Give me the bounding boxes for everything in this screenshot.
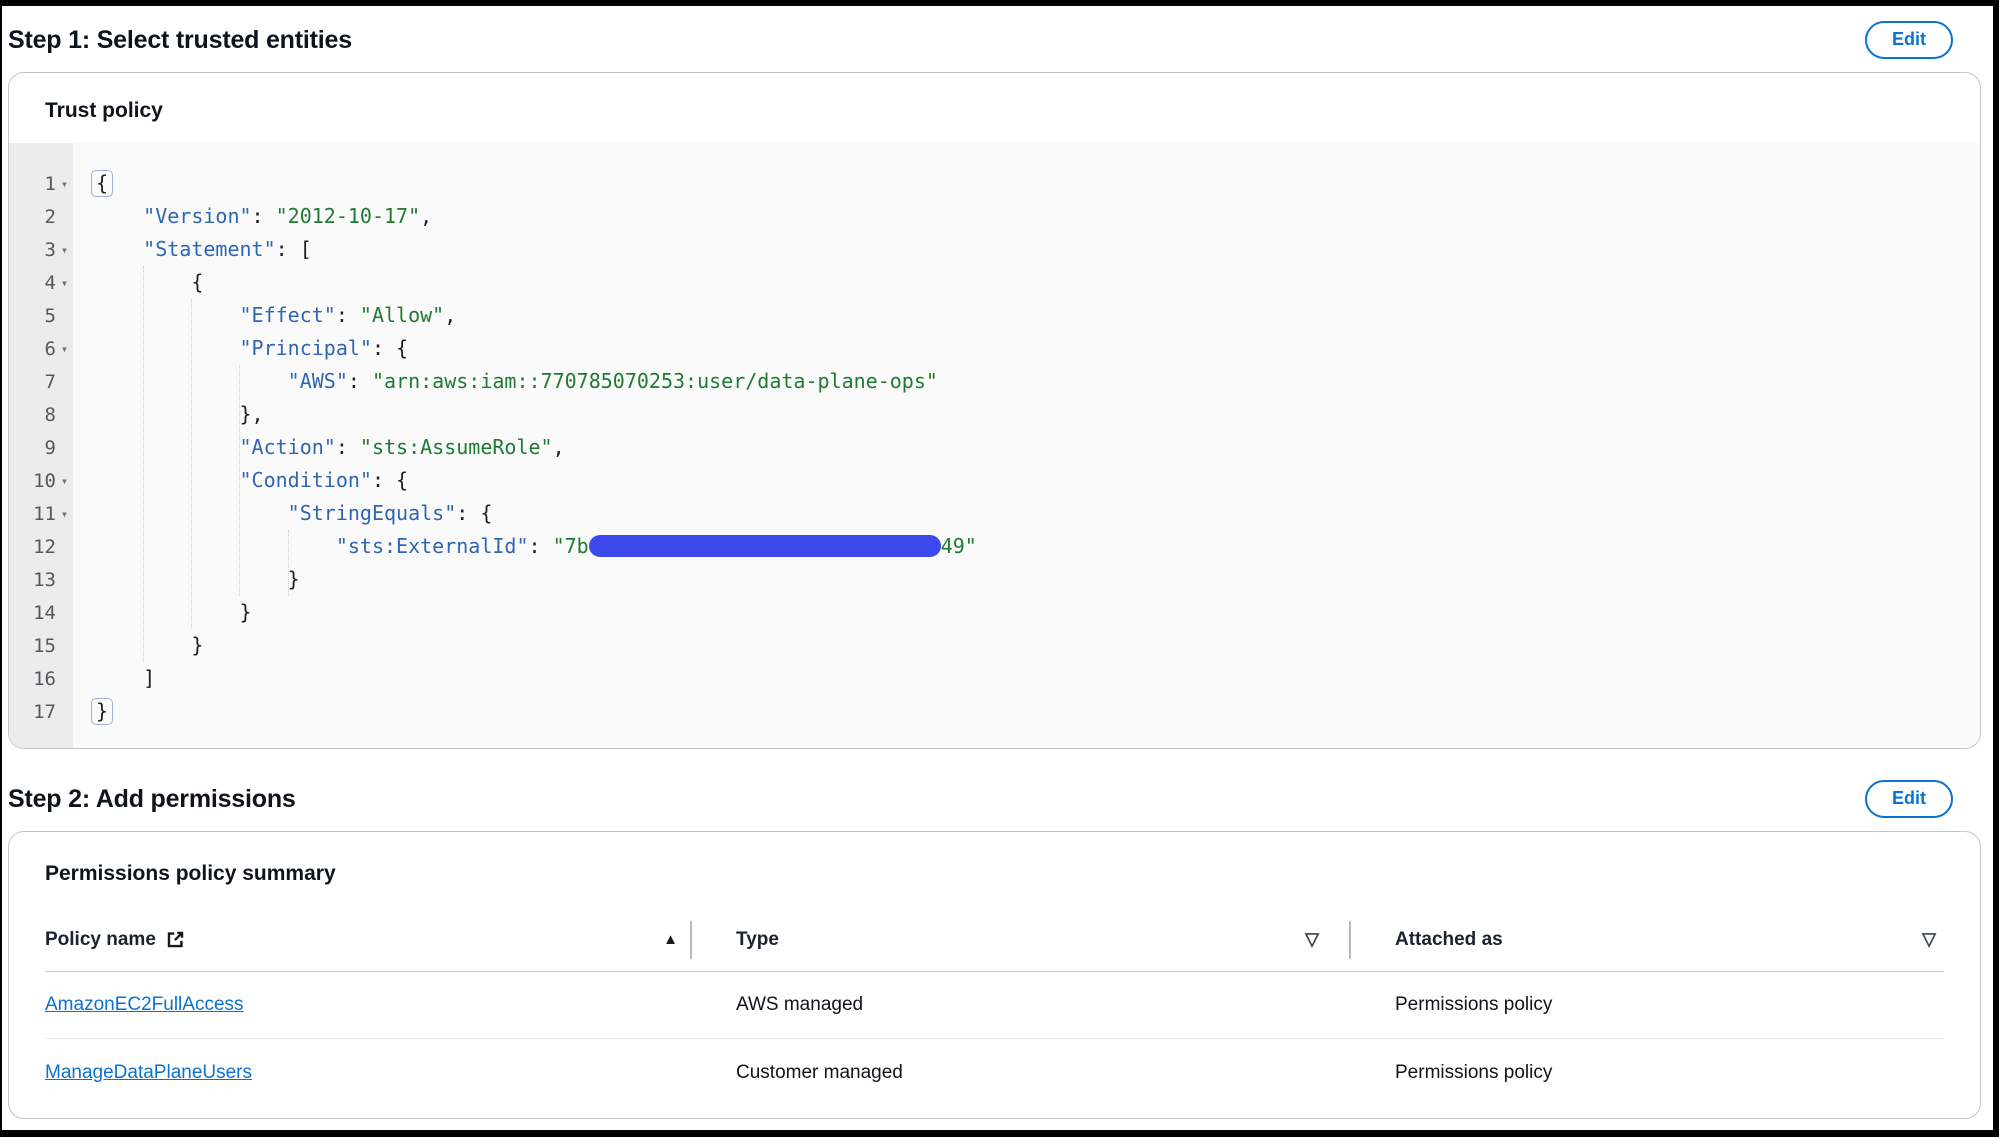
- line-number: 2: [9, 206, 56, 228]
- code-line[interactable]: "Condition": {: [95, 464, 1970, 497]
- code-line[interactable]: }: [95, 629, 1970, 662]
- line-number: 12: [9, 536, 56, 558]
- line-number: 17: [9, 701, 56, 723]
- column-header-attached-as[interactable]: Attached as ▽: [1351, 929, 1944, 951]
- code-line[interactable]: {: [95, 167, 1970, 200]
- redaction-bar: [589, 535, 941, 557]
- fold-arrow-icon[interactable]: ▾: [56, 276, 73, 290]
- sort-down-icon[interactable]: ▽: [1305, 929, 1319, 950]
- column-header-policy-name[interactable]: Policy name ▲: [45, 929, 690, 951]
- column-label: Policy name: [45, 929, 156, 951]
- trust-policy-title: Trust policy: [9, 73, 1980, 143]
- indent-guide: [191, 299, 192, 629]
- code-line[interactable]: "Version": "2012-10-17",: [95, 200, 1970, 233]
- code-line[interactable]: }: [95, 596, 1970, 629]
- step2-edit-button[interactable]: Edit: [1865, 780, 1953, 818]
- sort-ascending-icon[interactable]: ▲: [663, 931, 678, 948]
- line-number: 6: [9, 338, 56, 360]
- fold-arrow-icon[interactable]: ▾: [56, 243, 73, 257]
- line-number: 11: [9, 503, 56, 525]
- code-line[interactable]: "Principal": {: [95, 332, 1970, 365]
- policy-table-body: AmazonEC2FullAccessAWS managedPermission…: [45, 972, 1944, 1106]
- code-line[interactable]: "Effect": "Allow",: [95, 299, 1970, 332]
- step2-title: Step 2: Add permissions: [8, 785, 296, 814]
- line-number: 8: [9, 404, 56, 426]
- code-line[interactable]: "sts:ExternalId": "7b49": [95, 530, 1970, 563]
- code-line[interactable]: "AWS": "arn:aws:iam::770785070253:user/d…: [95, 365, 1970, 398]
- trust-policy-card: Trust policy 1▾23▾4▾56▾78910▾11▾12131415…: [8, 72, 1981, 749]
- editor-gutter: 1▾23▾4▾56▾78910▾11▾121314151617: [9, 143, 73, 748]
- indent-guide: [288, 530, 289, 596]
- code-line[interactable]: "StringEquals": {: [95, 497, 1970, 530]
- line-number: 14: [9, 602, 56, 624]
- fold-arrow-icon[interactable]: ▾: [56, 507, 73, 521]
- trust-policy-editor[interactable]: 1▾23▾4▾56▾78910▾11▾121314151617 { "Versi…: [9, 143, 1980, 748]
- policy-name-link[interactable]: ManageDataPlaneUsers: [45, 1062, 252, 1084]
- column-label: Attached as: [1395, 929, 1503, 951]
- step2-header: Step 2: Add permissions Edit: [8, 777, 1981, 821]
- code-line[interactable]: }: [95, 563, 1970, 596]
- policy-table-header: Policy name ▲ Type ▽: [45, 908, 1944, 972]
- policy-name-link[interactable]: AmazonEC2FullAccess: [45, 994, 244, 1016]
- code-line[interactable]: }: [95, 695, 1970, 728]
- column-header-type[interactable]: Type ▽: [692, 929, 1349, 951]
- step1-header: Step 1: Select trusted entities Edit: [8, 18, 1981, 62]
- indent-guide: [143, 266, 144, 662]
- code-line[interactable]: {: [95, 266, 1970, 299]
- line-number: 5: [9, 305, 56, 327]
- line-number: 10: [9, 470, 56, 492]
- column-label: Type: [736, 929, 779, 951]
- line-number: 13: [9, 569, 56, 591]
- page: Step 1: Select trusted entities Edit Tru…: [0, 0, 1999, 1137]
- line-number: 3: [9, 239, 56, 261]
- policy-type-cell: AWS managed: [692, 994, 1349, 1016]
- permissions-title: Permissions policy summary: [9, 832, 1980, 908]
- step1-title: Step 1: Select trusted entities: [8, 26, 352, 55]
- attached-as-cell: Permissions policy: [1351, 1062, 1944, 1084]
- line-number: 4: [9, 272, 56, 294]
- table-row: ManageDataPlaneUsers Customer managedPerm…: [45, 1039, 1944, 1106]
- step1-edit-button[interactable]: Edit: [1865, 21, 1953, 59]
- code-line[interactable]: ]: [95, 662, 1970, 695]
- code-line[interactable]: },: [95, 398, 1970, 431]
- permissions-card: Permissions policy summary Policy name ▲: [8, 831, 1981, 1119]
- policy-type-cell: Customer managed: [692, 1062, 1349, 1084]
- fold-arrow-icon[interactable]: ▾: [56, 342, 73, 356]
- line-number: 15: [9, 635, 56, 657]
- attached-as-cell: Permissions policy: [1351, 994, 1944, 1016]
- policy-table: Policy name ▲ Type ▽: [9, 908, 1980, 1118]
- code-line[interactable]: "Action": "sts:AssumeRole",: [95, 431, 1970, 464]
- indent-guide: [239, 365, 240, 596]
- line-number: 16: [9, 668, 56, 690]
- code-line[interactable]: "Statement": [: [95, 233, 1970, 266]
- fold-arrow-icon[interactable]: ▾: [56, 177, 73, 191]
- table-row: AmazonEC2FullAccess AWS managedPermission…: [45, 972, 1944, 1039]
- fold-arrow-icon[interactable]: ▾: [56, 474, 73, 488]
- sort-down-icon[interactable]: ▽: [1922, 929, 1936, 950]
- line-number: 7: [9, 371, 56, 393]
- external-link-icon: [166, 930, 185, 949]
- editor-code[interactable]: { "Version": "2012-10-17", "Statement": …: [73, 143, 1980, 748]
- line-number: 9: [9, 437, 56, 459]
- line-number: 1: [9, 173, 56, 195]
